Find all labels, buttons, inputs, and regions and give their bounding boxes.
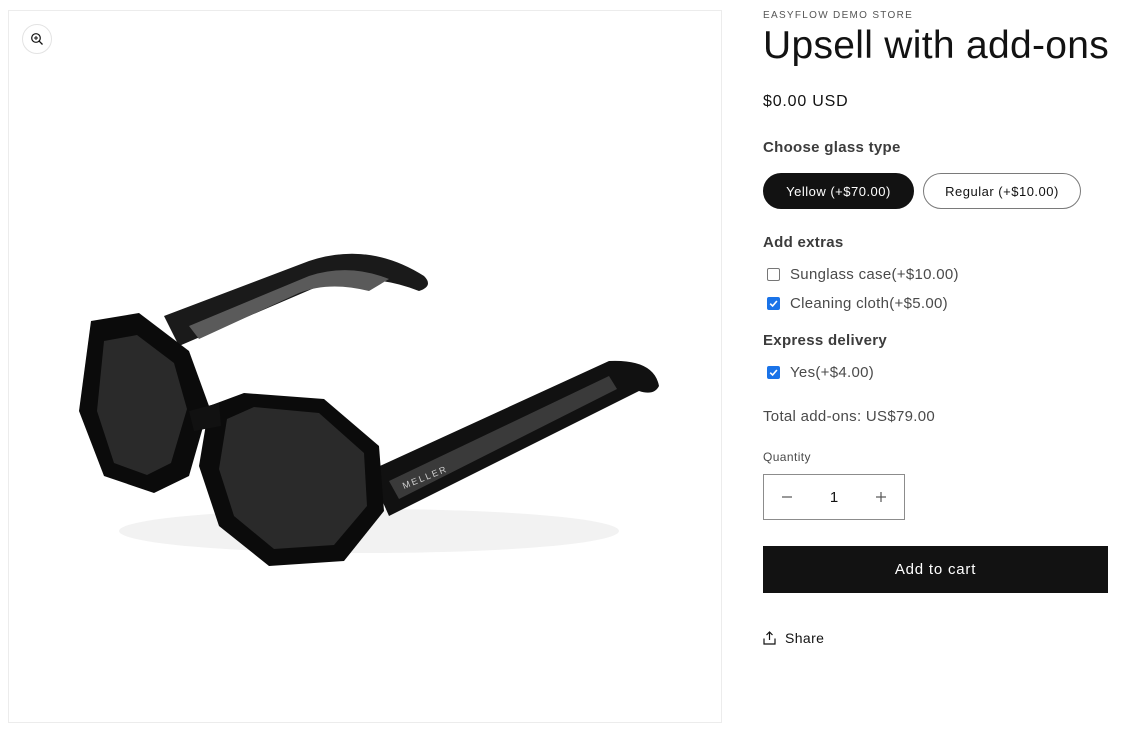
zoom-button[interactable] bbox=[22, 24, 52, 54]
product-price: $0.00 USD bbox=[763, 93, 849, 110]
quantity-input[interactable]: 1 bbox=[810, 489, 858, 506]
vendor-name: EASYFLOW DEMO STORE bbox=[763, 10, 914, 21]
minus-icon bbox=[782, 496, 792, 498]
total-addons: Total add-ons: US$79.00 bbox=[763, 408, 936, 425]
extra-option-cleaning-cloth[interactable]: Cleaning cloth(+$5.00) bbox=[767, 295, 948, 312]
quantity-stepper: 1 bbox=[763, 474, 905, 520]
share-icon bbox=[763, 631, 776, 645]
quantity-label: Quantity bbox=[763, 450, 811, 464]
checkbox-checked[interactable] bbox=[767, 366, 780, 379]
glass-type-label: Choose glass type bbox=[763, 139, 901, 156]
express-option-label: Yes(+$4.00) bbox=[790, 364, 875, 381]
product-gallery: MELLER bbox=[8, 10, 722, 723]
zoom-in-icon bbox=[31, 33, 43, 45]
checkbox-unchecked[interactable] bbox=[767, 268, 780, 281]
express-option-yes[interactable]: Yes(+$4.00) bbox=[767, 364, 874, 381]
quantity-increase-button[interactable] bbox=[858, 475, 904, 519]
extra-option-label: Cleaning cloth(+$5.00) bbox=[790, 295, 948, 312]
extra-option-sunglass-case[interactable]: Sunglass case(+$10.00) bbox=[767, 266, 959, 283]
product-title: Upsell with add-ons bbox=[763, 24, 1110, 67]
glass-option-yellow[interactable]: Yellow (+$70.00) bbox=[763, 173, 914, 209]
extra-option-label: Sunglass case(+$10.00) bbox=[790, 266, 959, 283]
share-label: Share bbox=[785, 630, 825, 646]
express-delivery-label: Express delivery bbox=[763, 332, 888, 349]
share-button[interactable]: Share bbox=[763, 630, 824, 646]
add-to-cart-button[interactable]: Add to cart bbox=[763, 546, 1108, 593]
checkmark-icon bbox=[769, 300, 778, 308]
checkbox-checked[interactable] bbox=[767, 297, 780, 310]
sunglasses-image[interactable]: MELLER bbox=[69, 231, 679, 581]
plus-icon bbox=[876, 492, 886, 502]
extras-label: Add extras bbox=[763, 234, 844, 251]
checkmark-icon bbox=[769, 369, 778, 377]
quantity-decrease-button[interactable] bbox=[764, 475, 810, 519]
glass-option-regular[interactable]: Regular (+$10.00) bbox=[923, 173, 1081, 209]
